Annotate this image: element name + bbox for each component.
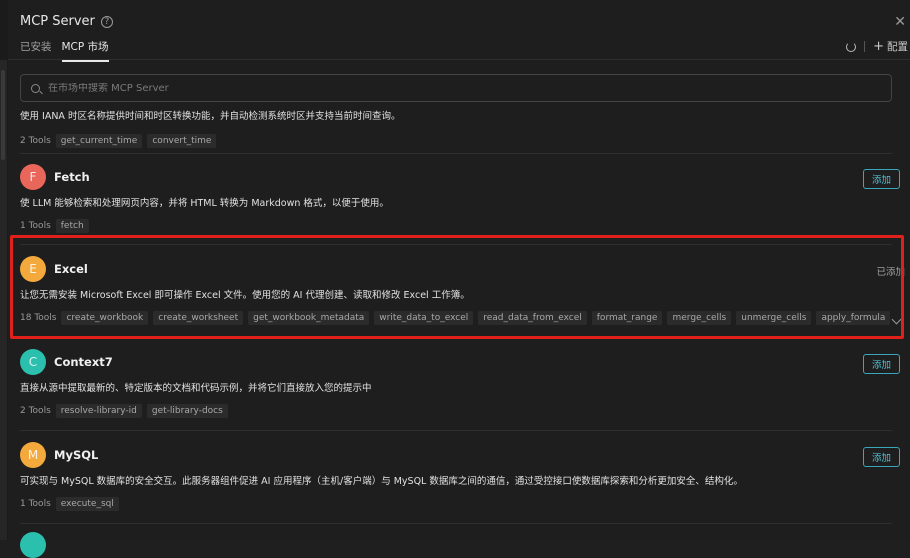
tool-tag: get_workbook_metadata [248,311,369,325]
panel-title-text: MCP Server [20,14,95,29]
add-button[interactable]: 添加 [863,169,900,189]
server-description: 使 LLM 能够检索和处理网页内容，并将 HTML 转换为 Markdown 格… [20,195,892,209]
server-name: Excel [54,262,88,276]
panel-title: MCP Server ? [20,14,113,29]
background-scrollbar [0,60,7,540]
tool-count: 2 Tools [20,136,51,146]
scrollbar-thumb[interactable] [1,70,5,160]
mcp-server-panel: MCP Server ? ✕ 已安装 MCP 市场 + 配置 使用 IANA 时… [8,0,910,540]
tool-count: 2 Tools [20,406,51,416]
server-item-mysql: M MySQL 添加 可实现与 MySQL 数据库的安全交互。此服务器组件促进 … [20,441,892,511]
tool-count: 1 Tools [20,221,51,231]
tool-tag: format_range [592,311,663,325]
question-circle-icon[interactable]: ? [101,16,113,28]
server-name: Context7 [54,355,113,369]
tool-tag: get-library-docs [147,404,228,418]
server-avatar: C [20,349,46,375]
server-tools: 2 Tools get_current_time convert_time [20,134,892,148]
server-description: 可实现与 MySQL 数据库的安全交互。此服务器组件促进 AI 应用程序（主机/… [20,473,892,487]
tool-tag: execute_sql [56,497,119,511]
tool-count: 1 Tools [20,499,51,509]
server-name: MySQL [54,448,98,462]
server-item-time: 使用 IANA 时区名称提供时间和时区转换功能，并自动检测系统时区并支持当前时间… [20,104,892,148]
server-item-excel: E Excel 已添加 让您无需安装 Microsoft Excel 即可操作 … [20,255,892,325]
server-avatar-partial [20,532,46,558]
header-actions: + 配置 [846,39,908,54]
item-divider [20,153,892,154]
tool-count: 18 Tools [20,313,56,323]
chevron-down-icon[interactable] [892,315,902,325]
tool-tag: resolve-library-id [56,404,142,418]
tool-tag: get_current_time [56,134,143,148]
tool-tag: merge_cells [667,311,731,325]
server-header: C Context7 [20,348,892,376]
tab-mcp-market[interactable]: MCP 市场 [62,39,109,62]
config-button[interactable]: + 配置 [873,39,908,54]
server-tools: 2 Tools resolve-library-id get-library-d… [20,404,892,418]
header-divider [864,41,865,52]
server-avatar: M [20,442,46,468]
item-divider [20,244,892,245]
search-icon [31,84,40,93]
tool-tag: apply_formula [816,311,890,325]
server-item-fetch: F Fetch 添加 使 LLM 能够检索和处理网页内容，并将 HTML 转换为… [20,163,892,233]
tool-tag: create_worksheet [153,311,243,325]
item-divider [20,523,892,524]
panel-tabs: 已安装 MCP 市场 [20,39,109,62]
add-button[interactable]: 添加 [863,447,900,467]
server-item-context7: C Context7 添加 直接从源中提取最新的、特定版本的文档和代码示例，并将… [20,348,892,418]
search-box[interactable] [20,74,892,102]
added-status: 已添加 [876,264,905,278]
server-tools: 1 Tools fetch [20,219,892,233]
tool-tag: create_workbook [61,311,148,325]
server-description: 直接从源中提取最新的、特定版本的文档和代码示例，并将它们直接放入您的提示中 [20,380,892,394]
tool-tag: convert_time [147,134,216,148]
panel-header: MCP Server ? ✕ 已安装 MCP 市场 + 配置 [8,0,910,60]
tool-tag: fetch [56,219,89,233]
server-description: 使用 IANA 时区名称提供时间和时区转换功能，并自动检测系统时区并支持当前时间… [20,108,892,122]
server-name: Fetch [54,170,90,184]
server-header: F Fetch [20,163,892,191]
tab-installed[interactable]: 已安装 [20,39,52,62]
server-avatar: E [20,256,46,282]
server-description: 让您无需安装 Microsoft Excel 即可操作 Excel 文件。使用您… [20,287,892,301]
tool-tag: write_data_to_excel [374,311,473,325]
item-divider [20,430,892,431]
close-icon[interactable]: ✕ [894,14,906,30]
tool-tag: read_data_from_excel [478,311,587,325]
add-button[interactable]: 添加 [863,354,900,374]
server-tools: 1 Tools execute_sql [20,497,892,511]
refresh-icon[interactable] [846,42,856,52]
server-header: E Excel [20,255,892,283]
server-header: M MySQL [20,441,892,469]
config-label: 配置 [887,39,908,54]
server-tools: 18 Tools create_workbook create_workshee… [20,311,892,325]
plus-icon: + [873,39,884,54]
server-avatar: F [20,164,46,190]
tool-tag: unmerge_cells [736,311,811,325]
search-input[interactable] [48,83,848,94]
